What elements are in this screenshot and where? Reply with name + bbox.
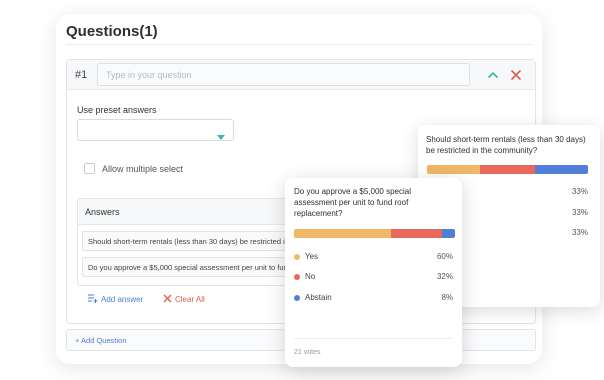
answers-panel: Answers Should short-term rentals (less … [77, 198, 292, 286]
result-segment-abstain [442, 229, 455, 238]
allow-multiple-checkbox[interactable] [84, 163, 95, 174]
result-segment-2 [480, 165, 535, 174]
clear-all-button[interactable]: Clear All [163, 294, 205, 305]
answers-header: Answers [78, 199, 291, 225]
question-input[interactable] [97, 63, 470, 86]
option-yes: Yes 60% [294, 252, 453, 264]
chevron-up-icon[interactable] [485, 67, 501, 83]
close-icon [163, 294, 172, 305]
option-label: No [305, 272, 316, 281]
answer-row[interactable]: Should short-term rentals (less than 30 … [82, 231, 291, 251]
clear-all-label: Clear All [175, 295, 205, 304]
poll-question: Do you approve a $5,000 special assessme… [294, 187, 411, 218]
vote-count: 21 votes [294, 349, 321, 356]
question-header: #1 [67, 60, 535, 90]
poll-card-assessment: Do you approve a $5,000 special assessme… [285, 178, 462, 367]
result-segment-3 [534, 165, 588, 174]
close-icon[interactable] [508, 67, 524, 83]
divider [294, 338, 453, 339]
answer-row[interactable]: Do you approve a $5,000 special assessme… [82, 257, 291, 277]
title-divider [66, 44, 532, 45]
add-answer-label: Add answer [101, 295, 144, 304]
poll-question: Should short-term rentals (less than 30 … [426, 135, 586, 155]
option-percent: 33% [571, 187, 588, 196]
chevron-down-icon [217, 128, 225, 146]
option-abstain: Abstain 8% [294, 293, 453, 305]
results-bar [294, 229, 455, 238]
allow-multiple-label: Allow multiple select [102, 164, 184, 174]
yes-dot [294, 254, 300, 260]
result-segment-yes [294, 229, 391, 238]
no-dot [294, 274, 300, 280]
option-no: No 32% [294, 272, 453, 284]
question-number: #1 [75, 69, 88, 81]
option-percent: 33% [571, 208, 588, 217]
option-label: Yes [305, 252, 319, 261]
add-answer-button[interactable]: Add answer [88, 294, 143, 305]
result-segment-1 [427, 165, 481, 174]
option-label: Abstain [305, 293, 332, 302]
option-percent: 60% [436, 252, 453, 261]
option-percent: 32% [436, 272, 453, 281]
results-bar [427, 165, 588, 174]
preset-answers-select[interactable] [77, 119, 234, 141]
result-segment-no [390, 229, 443, 238]
option-percent: 33% [571, 228, 588, 237]
page-title: Questions(1) [66, 23, 158, 40]
option-percent: 8% [441, 293, 453, 302]
add-list-icon [88, 294, 98, 305]
preset-answers-label: Use preset answers [77, 105, 157, 115]
abstain-dot [294, 295, 300, 301]
